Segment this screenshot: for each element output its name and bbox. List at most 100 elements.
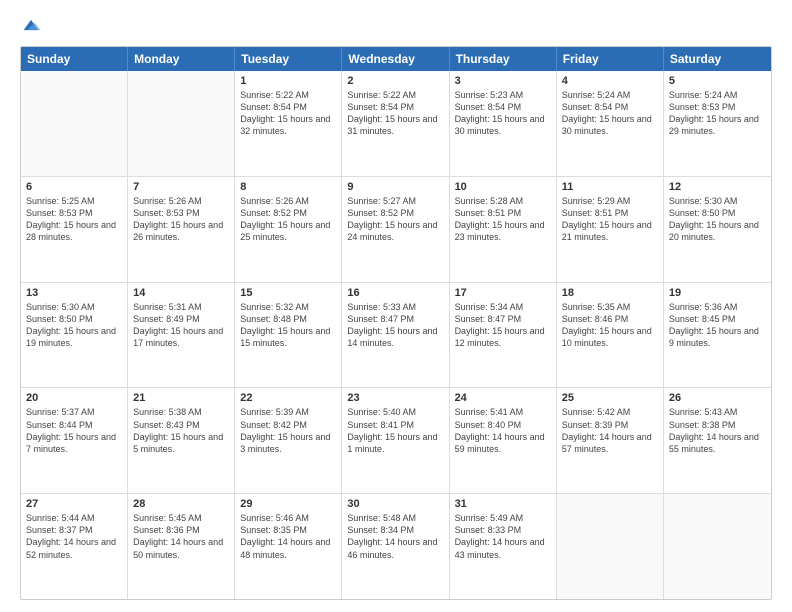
day-number: 19	[669, 287, 766, 299]
calendar-week-1: 1 Sunrise: 5:22 AM Sunset: 8:54 PM Daylig…	[21, 71, 771, 177]
day-number: 5	[669, 75, 766, 87]
day-info: Sunrise: 5:45 AM Sunset: 8:36 PM Dayligh…	[133, 512, 229, 561]
day-info: Sunrise: 5:30 AM Sunset: 8:50 PM Dayligh…	[26, 301, 122, 350]
day-number: 21	[133, 392, 229, 404]
calendar-empty-cell	[21, 71, 128, 176]
day-info: Sunrise: 5:28 AM Sunset: 8:51 PM Dayligh…	[455, 195, 551, 244]
day-info: Sunrise: 5:39 AM Sunset: 8:42 PM Dayligh…	[240, 406, 336, 455]
calendar-day-10: 10Sunrise: 5:28 AM Sunset: 8:51 PM Dayli…	[450, 177, 557, 282]
calendar-day-31: 31 Sunrise: 5:49 AM Sunset: 8:33 PM Dayli…	[450, 494, 557, 599]
logo-icon	[20, 14, 42, 36]
day-info: Sunrise: 5:32 AM Sunset: 8:48 PM Dayligh…	[240, 301, 336, 350]
calendar-header-cell-wednesday: Wednesday	[342, 47, 449, 71]
calendar-empty-cell	[664, 494, 771, 599]
calendar-day-27: 27 Sunrise: 5:44 AM Sunset: 8:37 PM Dayli…	[21, 494, 128, 599]
day-info: Sunrise: 5:24 AM Sunset: 8:54 PM Dayligh…	[562, 89, 658, 138]
calendar-day-30: 30 Sunrise: 5:48 AM Sunset: 8:34 PM Dayli…	[342, 494, 449, 599]
day-info: Sunrise: 5:22 AM Sunset: 8:54 PM Dayligh…	[240, 89, 336, 138]
day-info: Sunrise: 5:23 AM Sunset: 8:54 PM Dayligh…	[455, 89, 551, 138]
day-number: 4	[562, 75, 658, 87]
calendar-empty-cell	[128, 71, 235, 176]
day-info: Sunrise: 5:24 AM Sunset: 8:53 PM Dayligh…	[669, 89, 766, 138]
day-info: Sunrise: 5:35 AM Sunset: 8:46 PM Dayligh…	[562, 301, 658, 350]
day-info: Sunrise: 5:46 AM Sunset: 8:35 PM Dayligh…	[240, 512, 336, 561]
day-number: 26	[669, 392, 766, 404]
day-info: Sunrise: 5:48 AM Sunset: 8:34 PM Dayligh…	[347, 512, 443, 561]
day-number: 29	[240, 498, 336, 510]
day-number: 23	[347, 392, 443, 404]
day-number: 8	[240, 181, 336, 193]
day-number: 30	[347, 498, 443, 510]
day-number: 22	[240, 392, 336, 404]
day-info: Sunrise: 5:40 AM Sunset: 8:41 PM Dayligh…	[347, 406, 443, 455]
day-info: Sunrise: 5:29 AM Sunset: 8:51 PM Dayligh…	[562, 195, 658, 244]
day-number: 3	[455, 75, 551, 87]
calendar-header-row: SundayMondayTuesdayWednesdayThursdayFrid…	[21, 47, 771, 71]
calendar-day-8: 8 Sunrise: 5:26 AM Sunset: 8:52 PM Daylig…	[235, 177, 342, 282]
day-number: 17	[455, 287, 551, 299]
calendar-day-26: 26 Sunrise: 5:43 AM Sunset: 8:38 PM Dayli…	[664, 388, 771, 493]
calendar-header-cell-sunday: Sunday	[21, 47, 128, 71]
calendar-day-3: 3 Sunrise: 5:23 AM Sunset: 8:54 PM Daylig…	[450, 71, 557, 176]
day-info: Sunrise: 5:26 AM Sunset: 8:53 PM Dayligh…	[133, 195, 229, 244]
calendar-day-25: 25 Sunrise: 5:42 AM Sunset: 8:39 PM Dayli…	[557, 388, 664, 493]
calendar-day-6: 6 Sunrise: 5:25 AM Sunset: 8:53 PM Daylig…	[21, 177, 128, 282]
day-info: Sunrise: 5:27 AM Sunset: 8:52 PM Dayligh…	[347, 195, 443, 244]
calendar-body: 1 Sunrise: 5:22 AM Sunset: 8:54 PM Daylig…	[21, 71, 771, 599]
calendar-header-cell-friday: Friday	[557, 47, 664, 71]
header	[20, 16, 772, 38]
calendar-week-4: 20Sunrise: 5:37 AM Sunset: 8:44 PM Dayli…	[21, 388, 771, 494]
logo	[20, 16, 44, 38]
calendar-day-15: 15 Sunrise: 5:32 AM Sunset: 8:48 PM Dayli…	[235, 283, 342, 388]
day-number: 16	[347, 287, 443, 299]
day-info: Sunrise: 5:44 AM Sunset: 8:37 PM Dayligh…	[26, 512, 122, 561]
calendar-day-24: 24 Sunrise: 5:41 AM Sunset: 8:40 PM Dayli…	[450, 388, 557, 493]
day-number: 28	[133, 498, 229, 510]
calendar-day-19: 19 Sunrise: 5:36 AM Sunset: 8:45 PM Dayli…	[664, 283, 771, 388]
calendar-day-17: 17 Sunrise: 5:34 AM Sunset: 8:47 PM Dayli…	[450, 283, 557, 388]
day-info: Sunrise: 5:49 AM Sunset: 8:33 PM Dayligh…	[455, 512, 551, 561]
day-info: Sunrise: 5:31 AM Sunset: 8:49 PM Dayligh…	[133, 301, 229, 350]
day-info: Sunrise: 5:43 AM Sunset: 8:38 PM Dayligh…	[669, 406, 766, 455]
day-number: 15	[240, 287, 336, 299]
day-info: Sunrise: 5:41 AM Sunset: 8:40 PM Dayligh…	[455, 406, 551, 455]
calendar-day-9: 9Sunrise: 5:27 AM Sunset: 8:52 PM Daylig…	[342, 177, 449, 282]
day-number: 24	[455, 392, 551, 404]
calendar-day-13: 13Sunrise: 5:30 AM Sunset: 8:50 PM Dayli…	[21, 283, 128, 388]
calendar-day-28: 28 Sunrise: 5:45 AM Sunset: 8:36 PM Dayli…	[128, 494, 235, 599]
day-number: 1	[240, 75, 336, 87]
day-number: 6	[26, 181, 122, 193]
calendar-day-2: 2Sunrise: 5:22 AM Sunset: 8:54 PM Daylig…	[342, 71, 449, 176]
calendar-day-11: 11Sunrise: 5:29 AM Sunset: 8:51 PM Dayli…	[557, 177, 664, 282]
day-info: Sunrise: 5:42 AM Sunset: 8:39 PM Dayligh…	[562, 406, 658, 455]
day-info: Sunrise: 5:26 AM Sunset: 8:52 PM Dayligh…	[240, 195, 336, 244]
day-number: 31	[455, 498, 551, 510]
day-info: Sunrise: 5:30 AM Sunset: 8:50 PM Dayligh…	[669, 195, 766, 244]
calendar-header-cell-thursday: Thursday	[450, 47, 557, 71]
calendar-day-22: 22 Sunrise: 5:39 AM Sunset: 8:42 PM Dayli…	[235, 388, 342, 493]
calendar-empty-cell	[557, 494, 664, 599]
calendar-day-20: 20Sunrise: 5:37 AM Sunset: 8:44 PM Dayli…	[21, 388, 128, 493]
calendar-day-4: 4 Sunrise: 5:24 AM Sunset: 8:54 PM Daylig…	[557, 71, 664, 176]
day-info: Sunrise: 5:22 AM Sunset: 8:54 PM Dayligh…	[347, 89, 443, 138]
day-number: 18	[562, 287, 658, 299]
day-info: Sunrise: 5:36 AM Sunset: 8:45 PM Dayligh…	[669, 301, 766, 350]
calendar-day-18: 18 Sunrise: 5:35 AM Sunset: 8:46 PM Dayli…	[557, 283, 664, 388]
calendar-week-3: 13Sunrise: 5:30 AM Sunset: 8:50 PM Dayli…	[21, 283, 771, 389]
day-info: Sunrise: 5:38 AM Sunset: 8:43 PM Dayligh…	[133, 406, 229, 455]
page: SundayMondayTuesdayWednesdayThursdayFrid…	[0, 0, 792, 612]
calendar-day-16: 16Sunrise: 5:33 AM Sunset: 8:47 PM Dayli…	[342, 283, 449, 388]
day-number: 25	[562, 392, 658, 404]
day-number: 12	[669, 181, 766, 193]
calendar-day-1: 1 Sunrise: 5:22 AM Sunset: 8:54 PM Daylig…	[235, 71, 342, 176]
calendar-day-12: 12 Sunrise: 5:30 AM Sunset: 8:50 PM Dayli…	[664, 177, 771, 282]
day-number: 14	[133, 287, 229, 299]
calendar-day-7: 7 Sunrise: 5:26 AM Sunset: 8:53 PM Daylig…	[128, 177, 235, 282]
day-number: 27	[26, 498, 122, 510]
calendar-header-cell-monday: Monday	[128, 47, 235, 71]
day-info: Sunrise: 5:25 AM Sunset: 8:53 PM Dayligh…	[26, 195, 122, 244]
calendar-week-5: 27 Sunrise: 5:44 AM Sunset: 8:37 PM Dayli…	[21, 494, 771, 599]
day-number: 7	[133, 181, 229, 193]
day-info: Sunrise: 5:34 AM Sunset: 8:47 PM Dayligh…	[455, 301, 551, 350]
calendar-day-29: 29 Sunrise: 5:46 AM Sunset: 8:35 PM Dayli…	[235, 494, 342, 599]
